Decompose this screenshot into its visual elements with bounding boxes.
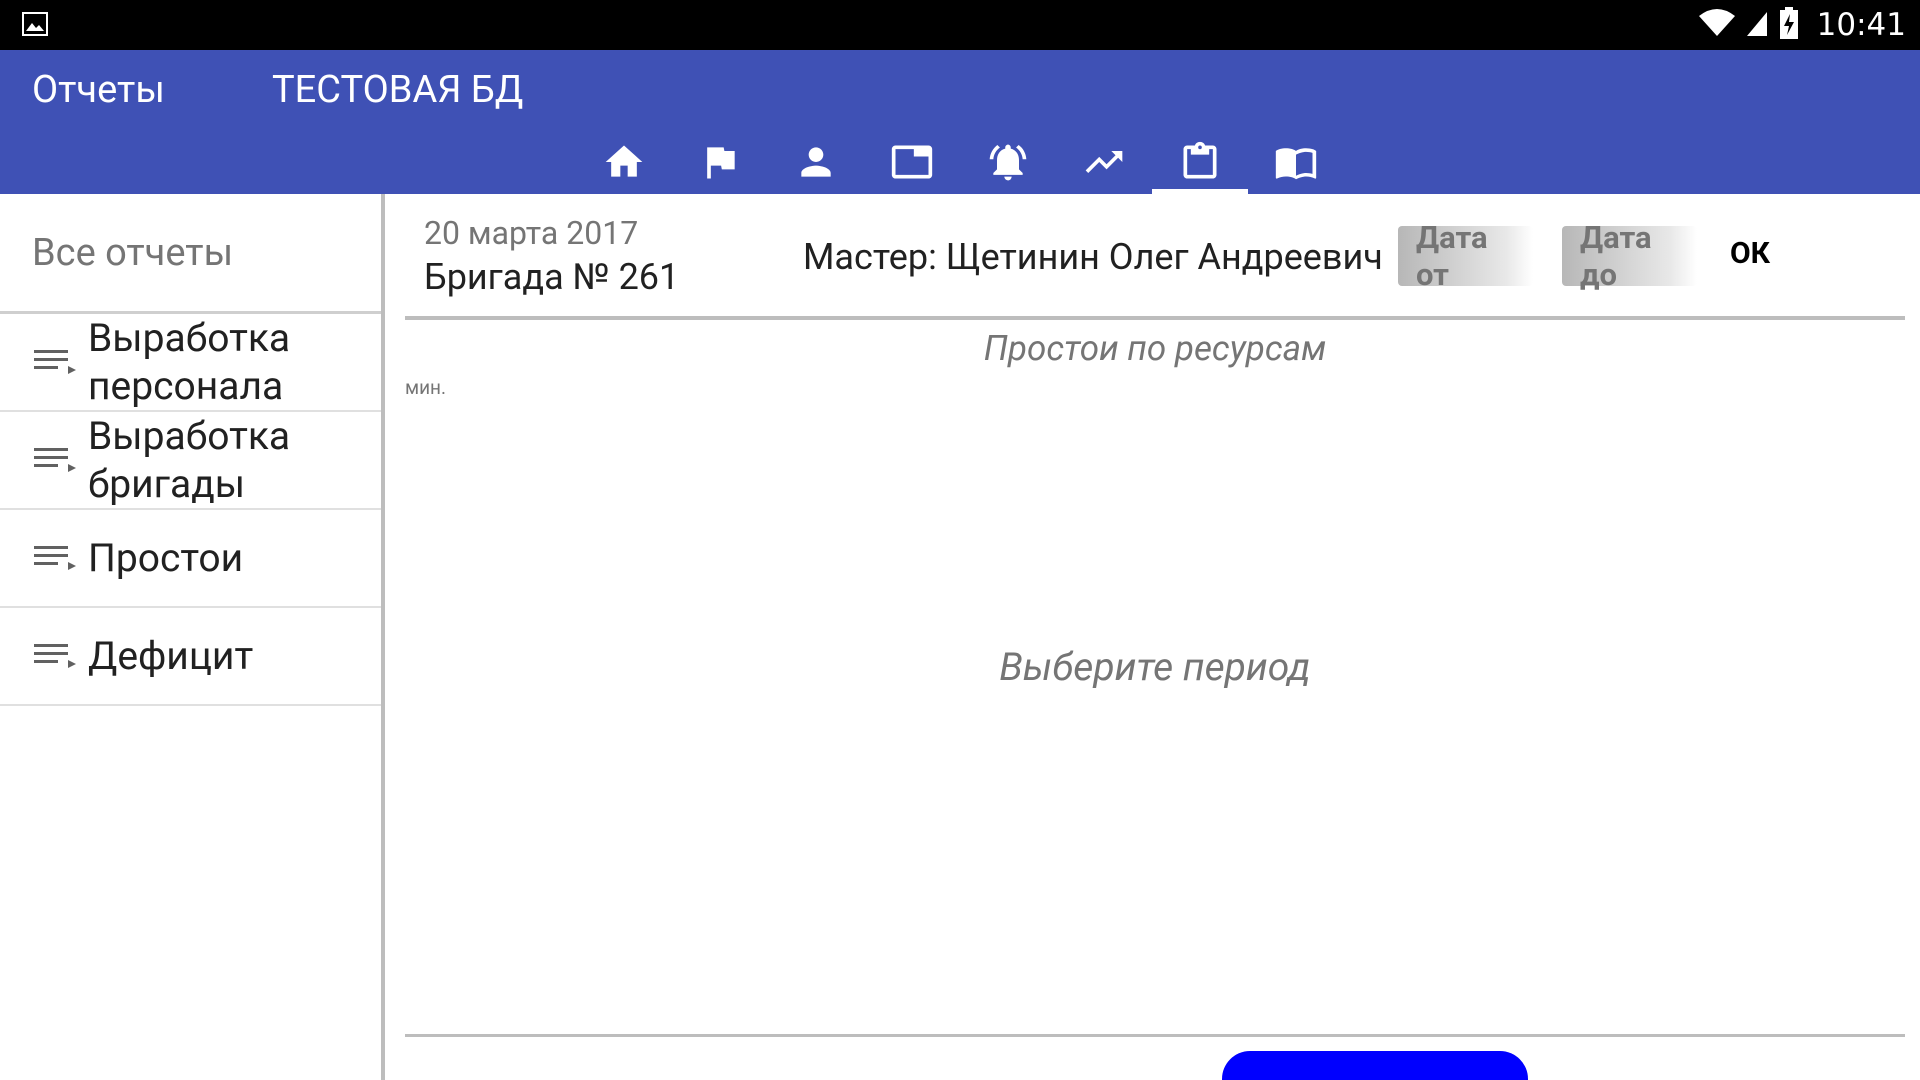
tab-window-icon [891, 145, 933, 179]
tab-person[interactable] [768, 130, 864, 194]
sidebar-item-label: Выработка бригады [88, 413, 291, 507]
book-icon [1275, 148, 1317, 180]
sidebar-item-label: Дефицит [88, 633, 254, 679]
sidebar-item-label: Простои [88, 535, 244, 581]
status-bar: 10:41 [0, 0, 1920, 50]
app-title: Отчеты [32, 68, 165, 112]
report-title: Простои по ресурсам [983, 328, 1327, 369]
tab-clipboard[interactable] [1152, 130, 1248, 194]
ok-button[interactable]: ОК [1730, 236, 1770, 271]
database-title: ТЕСТОВАЯ БД [272, 68, 524, 112]
clipboard-icon [1183, 141, 1217, 179]
nav-tabs [576, 130, 1344, 194]
report-panel: 20 марта 2017 Бригада № 261 Мастер: Щети… [405, 194, 1905, 1080]
sidebar-item-label: Выработка персонала [88, 315, 291, 409]
list-play-icon [34, 445, 76, 475]
master-name: Мастер: Щетинин Олег Андреевич [803, 236, 1383, 278]
unit-label: мин. [405, 376, 447, 399]
list-play-icon [34, 641, 76, 671]
all-reports-header[interactable]: Все отчеты [0, 194, 381, 314]
battery-charging-icon [1779, 7, 1799, 43]
date-to-button[interactable]: Дата до [1562, 219, 1697, 293]
sidebar-item-staff-output[interactable]: Выработка персонала [0, 314, 381, 412]
tab-trending[interactable] [1056, 130, 1152, 194]
alarm-bell-icon [989, 144, 1027, 181]
app-bar: Отчеты ТЕСТОВАЯ БД [0, 50, 1920, 194]
sidebar-item-brigade-output[interactable]: Выработка бригады [0, 412, 381, 510]
sidebar-item-downtime[interactable]: Простои [0, 510, 381, 608]
trending-up-icon [1085, 151, 1123, 173]
tab-flag[interactable] [672, 130, 768, 194]
tab-book[interactable] [1248, 130, 1344, 194]
report-date: 20 марта 2017 [424, 214, 639, 252]
flag-icon [707, 147, 735, 179]
list-play-icon [34, 347, 76, 377]
date-from-button[interactable]: Дата от [1398, 219, 1533, 293]
person-icon [801, 147, 831, 177]
wifi-icon [1698, 8, 1735, 42]
sidebar-item-deficit[interactable]: Дефицит [0, 608, 381, 706]
list-play-icon [34, 543, 76, 573]
bottom-action-button[interactable] [1222, 1051, 1528, 1080]
empty-state-message: Выберите период [999, 644, 1311, 690]
brigade-number: Бригада № 261 [424, 256, 680, 298]
tab-home[interactable] [576, 130, 672, 194]
tab-alarm[interactable] [960, 130, 1056, 194]
image-icon [22, 12, 48, 36]
clock: 10:41 [1816, 7, 1906, 43]
reports-sidebar: Все отчеты Выработка персонала Выработка б… [0, 194, 385, 1080]
tab-window[interactable] [864, 130, 960, 194]
divider [405, 1034, 1905, 1037]
signal-icon [1745, 8, 1769, 42]
report-header: 20 марта 2017 Бригада № 261 Мастер: Щети… [405, 194, 1905, 320]
home-icon [605, 145, 643, 177]
